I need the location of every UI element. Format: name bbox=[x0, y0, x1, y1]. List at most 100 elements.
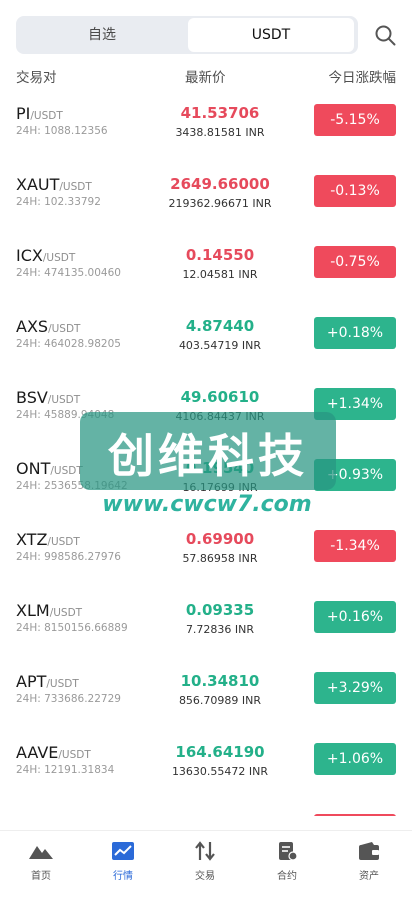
market-row-icx[interactable]: ICX/USDT 24H: 474135.00460 0.14550 12.04581… bbox=[0, 228, 412, 299]
change-badge[interactable]: -1.34% bbox=[314, 530, 396, 562]
column-pair-label: 交易对 bbox=[16, 70, 57, 86]
last-price: 10.34810 bbox=[180, 672, 260, 690]
market-row-pi[interactable]: PI/USDT 24H: 1088.12356 41.53706 3438.81581… bbox=[0, 86, 412, 157]
quote-asset: /USDT bbox=[30, 110, 63, 122]
bottom-nav: 首页 行情 交易 合约 资产 bbox=[0, 830, 412, 916]
volume-24h: 24H: 45889.94048 bbox=[16, 409, 115, 421]
last-price: 0.14550 bbox=[185, 246, 255, 264]
base-asset: XTZ bbox=[16, 530, 48, 549]
quote-asset: /USDT bbox=[42, 252, 76, 264]
price-inr: 856.70989 INR bbox=[178, 694, 262, 707]
pair-symbol: XAUT/USDT bbox=[16, 175, 92, 194]
last-price: 4.87440 bbox=[185, 317, 255, 335]
market-row-ont[interactable]: ONT/USDT 24H: 2536558.19642 0.19540 16.1769… bbox=[0, 441, 412, 512]
base-asset: AXS bbox=[16, 317, 49, 336]
price-inr: 4106.84437 INR bbox=[175, 410, 265, 423]
price-inr: 7.72836 INR bbox=[185, 623, 255, 636]
base-asset: ICX bbox=[16, 246, 43, 265]
pair-symbol: BSV/USDT bbox=[16, 388, 80, 407]
base-asset: XLM bbox=[16, 601, 50, 620]
pair-symbol: AAVE/USDT bbox=[16, 743, 91, 762]
base-asset: APT bbox=[16, 672, 47, 691]
change-badge[interactable]: -5.15% bbox=[314, 104, 396, 136]
column-change-label: 今日涨跌幅 bbox=[328, 70, 397, 86]
pair-symbol: XTZ/USDT bbox=[16, 530, 80, 549]
pair-symbol: ONT/USDT bbox=[16, 459, 83, 478]
market-row-xtz[interactable]: XTZ/USDT 24H: 998586.27976 0.69900 57.86958… bbox=[0, 512, 412, 583]
column-price-label: 最新价 bbox=[185, 70, 226, 86]
pair-symbol: APT/USDT bbox=[16, 672, 79, 691]
price-inr: 12.04581 INR bbox=[182, 268, 258, 281]
market-row-xaut[interactable]: XAUT/USDT 24H: 102.33792 2649.66000 219362.… bbox=[0, 157, 412, 228]
top-bar: 自选 USDT bbox=[0, 0, 412, 70]
column-header: 交易对 最新价 今日涨跌幅 bbox=[0, 66, 412, 86]
last-price: 0.69900 bbox=[185, 530, 255, 548]
volume-24h: 24H: 474135.00460 bbox=[16, 267, 121, 279]
quote-asset: /USDT bbox=[50, 465, 83, 477]
nav-trade-label: 交易 bbox=[195, 871, 215, 882]
price-inr: 57.86958 INR bbox=[182, 552, 258, 565]
quote-asset: /USDT bbox=[47, 394, 81, 406]
price-inr: 219362.96671 INR bbox=[168, 197, 272, 210]
price-inr: 16.17699 INR bbox=[182, 481, 258, 494]
base-asset: PI bbox=[16, 104, 31, 123]
change-badge[interactable]: +3.29% bbox=[314, 672, 396, 704]
quote-asset: /USDT bbox=[46, 678, 79, 690]
change-badge[interactable]: +0.16% bbox=[314, 601, 396, 633]
quote-asset: /USDT bbox=[58, 749, 91, 761]
base-asset: AAVE bbox=[16, 743, 59, 762]
tab-usdt[interactable]: USDT bbox=[188, 18, 354, 52]
last-price: 2649.66000 bbox=[170, 175, 270, 193]
last-price: 164.64190 bbox=[175, 743, 265, 761]
last-price: 584.30000 bbox=[140, 814, 300, 816]
change-badge[interactable]: +0.93% bbox=[314, 459, 396, 491]
last-price: 41.53706 bbox=[180, 104, 260, 122]
nav-contract-label: 合约 bbox=[277, 871, 297, 882]
market-row-axs[interactable]: AXS/USDT 24H: 464028.98205 4.87440 403.5471… bbox=[0, 299, 412, 370]
volume-24h: 24H: 12191.31834 bbox=[16, 764, 115, 776]
market-row-bnb[interactable]: BNB/USDT 584.30000 -1.46% bbox=[0, 796, 412, 816]
nav-assets[interactable]: 资产 bbox=[328, 841, 410, 882]
pair-symbol: BNB/USDT bbox=[16, 814, 82, 816]
nav-home[interactable]: 首页 bbox=[0, 841, 82, 882]
volume-24h: 24H: 998586.27976 bbox=[16, 551, 121, 563]
nav-assets-label: 资产 bbox=[359, 871, 379, 882]
home-mountain-icon bbox=[29, 846, 53, 859]
market-segment-control: 自选 USDT bbox=[16, 16, 358, 54]
quote-asset: /USDT bbox=[59, 181, 92, 193]
pair-symbol: XLM/USDT bbox=[16, 601, 82, 620]
change-badge[interactable]: -1.46% bbox=[314, 814, 396, 816]
price-inr: 13630.55472 INR bbox=[171, 765, 269, 778]
nav-home-label: 首页 bbox=[31, 871, 51, 882]
base-asset: XAUT bbox=[16, 175, 60, 194]
last-price: 0.19540 bbox=[185, 459, 255, 477]
price-inr: 403.54719 INR bbox=[178, 339, 262, 352]
change-badge[interactable]: +1.34% bbox=[314, 388, 396, 420]
market-row-xlm[interactable]: XLM/USDT 24H: 8150156.66889 0.09335 7.72836… bbox=[0, 583, 412, 654]
pair-symbol: AXS/USDT bbox=[16, 317, 80, 336]
market-list: PI/USDT 24H: 1088.12356 41.53706 3438.81581… bbox=[0, 86, 412, 816]
trade-arrows-icon bbox=[195, 841, 215, 861]
nav-market[interactable]: 行情 bbox=[82, 841, 164, 882]
market-row-bsv[interactable]: BSV/USDT 24H: 45889.94048 49.60610 4106.844… bbox=[0, 370, 412, 441]
base-asset: ONT bbox=[16, 459, 51, 478]
quote-asset: /USDT bbox=[48, 323, 81, 335]
market-chart-icon bbox=[112, 842, 134, 860]
market-row-aave[interactable]: AAVE/USDT 24H: 12191.31834 164.64190 13630.… bbox=[0, 725, 412, 796]
change-badge[interactable]: -0.75% bbox=[314, 246, 396, 278]
base-asset: BSV bbox=[16, 388, 48, 407]
nav-market-label: 行情 bbox=[113, 871, 133, 882]
last-price: 49.60610 bbox=[180, 388, 260, 406]
search-icon[interactable] bbox=[374, 24, 396, 46]
pair-symbol: PI/USDT bbox=[16, 104, 63, 123]
tab-favorites[interactable]: 自选 bbox=[18, 18, 186, 52]
change-badge[interactable]: +0.18% bbox=[314, 317, 396, 349]
market-row-apt[interactable]: APT/USDT 24H: 733686.22729 10.34810 856.709… bbox=[0, 654, 412, 725]
last-price: 0.09335 bbox=[185, 601, 255, 619]
quote-asset: /USDT bbox=[47, 536, 80, 548]
nav-trade[interactable]: 交易 bbox=[164, 841, 246, 882]
change-badge[interactable]: +1.06% bbox=[314, 743, 396, 775]
change-badge[interactable]: -0.13% bbox=[314, 175, 396, 207]
nav-contract[interactable]: 合约 bbox=[246, 841, 328, 882]
volume-24h: 24H: 8150156.66889 bbox=[16, 622, 128, 634]
